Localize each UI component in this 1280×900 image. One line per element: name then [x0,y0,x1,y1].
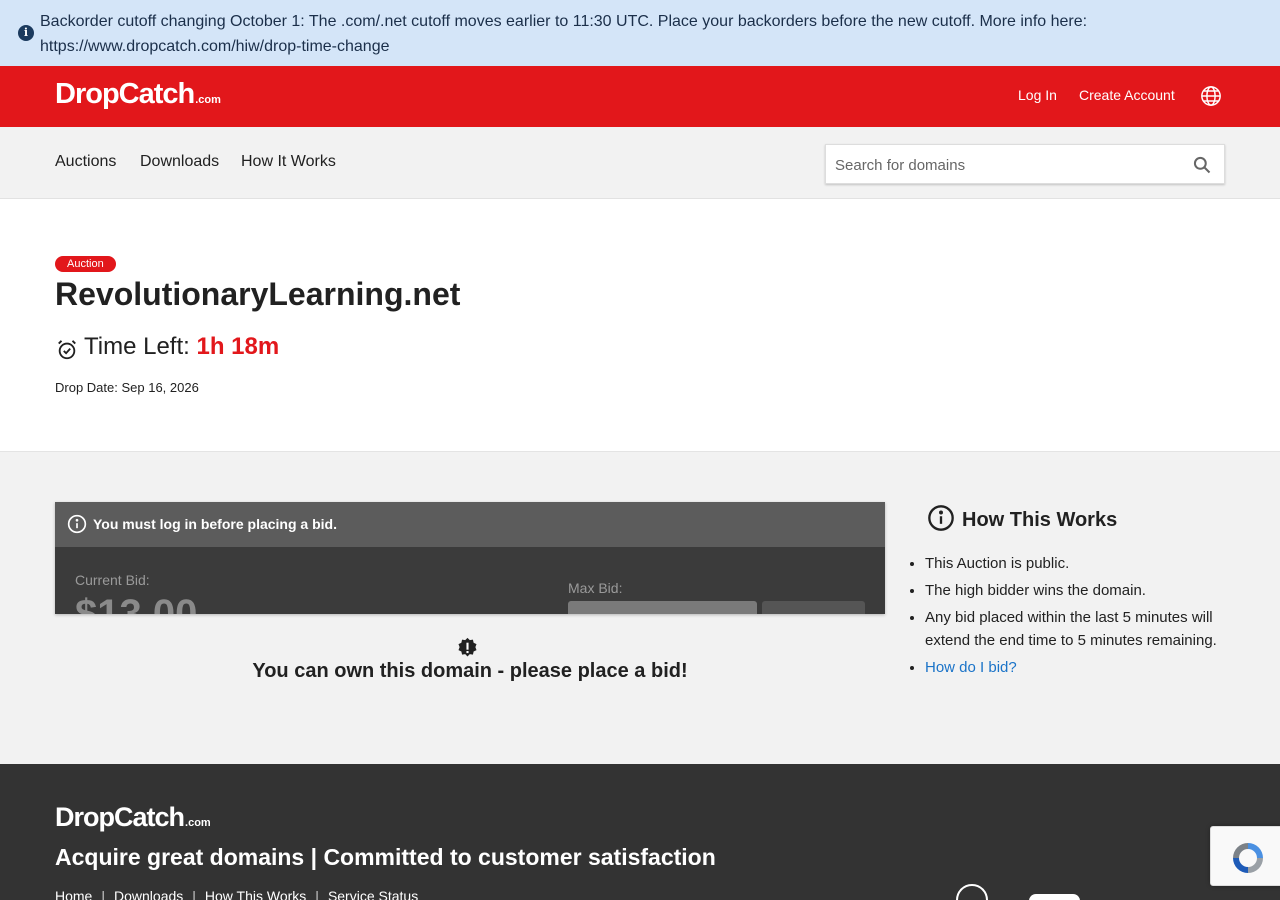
place-bid-button[interactable] [762,601,865,614]
list-item: This Auction is public. [925,552,1225,575]
login-alert-text: You must log in before placing a bid. [93,516,337,532]
time-left-label: Time Left: [84,333,190,360]
drop-date: Drop Date: Sep 16, 2026 [55,380,199,395]
login-link[interactable]: Log In [1018,87,1057,103]
search-box [825,144,1225,184]
globe-icon[interactable] [1200,85,1222,107]
footer-link-home[interactable]: Home [55,888,92,900]
listing-header: Auction RevolutionaryLearning.net Time L… [0,199,1280,452]
recaptcha-icon [1233,843,1263,873]
footer-link-how-this-works[interactable]: How This Works [205,888,306,900]
logo-name: DropCatch [55,802,185,832]
info-icon: i [18,25,34,41]
alert-badge-icon [458,637,477,657]
divider: | [192,888,196,900]
notice-banner: i Backorder cutoff changing October 1: T… [0,0,1280,66]
trust-seal-icon [956,884,988,900]
divider: | [101,888,105,900]
divider: | [315,888,319,900]
bid-panel: You must log in before placing a bid. Cu… [55,502,885,614]
current-bid-label: Current Bid: [75,572,150,588]
site-logo[interactable]: DropCatch.com [55,78,221,111]
list-item: The high bidder wins the domain. [925,579,1225,602]
search-icon[interactable] [1192,155,1212,175]
list-item: Any bid placed within the last 5 minutes… [925,606,1225,652]
time-left-value: 1h 18m [196,333,280,360]
logo-suffix: .com [195,94,221,106]
time-left: Time Left: 1h 18m [84,333,279,361]
how-do-i-bid-link[interactable]: How do I bid? [925,659,1017,676]
footer-logo[interactable]: DropCatch.com [55,802,211,833]
auction-badge: Auction [55,256,116,272]
search-input[interactable] [835,155,1175,175]
notice-text: Backorder cutoff changing October 1: The… [40,13,1088,55]
sub-nav: Auctions Downloads How It Works [0,127,1280,199]
nav-how-it-works[interactable]: How It Works [241,153,336,171]
trust-badge [1029,894,1080,900]
place-bid-message: You can own this domain - please place a… [252,660,688,682]
recaptcha-badge[interactable] [1210,826,1280,886]
footer-link-service-status[interactable]: Service Status [328,888,418,900]
logo-suffix: .com [185,817,211,829]
login-alert: You must log in before placing a bid. [55,502,885,547]
alarm-clock-icon [58,340,76,360]
list-item: How do I bid? [925,656,1225,679]
logo-name: DropCatch [55,78,195,110]
info-icon [67,514,87,534]
info-icon [928,505,954,531]
max-bid-label: Max Bid: [568,580,623,596]
main-content: You must log in before placing a bid. Cu… [0,452,1280,764]
max-bid-input[interactable] [568,601,757,614]
top-bar: DropCatch.com Log In Create Account [0,66,1280,127]
create-account-link[interactable]: Create Account [1079,87,1175,103]
how-this-works-list: This Auction is public. The high bidder … [925,552,1225,683]
footer-tagline: Acquire great domains | Committed to cus… [55,844,716,870]
footer-link-downloads[interactable]: Downloads [114,888,183,900]
how-this-works-title: How This Works [962,509,1118,531]
current-bid-value: $13.00 [75,592,198,614]
nav-auctions[interactable]: Auctions [55,153,116,171]
footer-links: Home | Downloads | How This Works | Service St… [55,888,418,900]
domain-title: RevolutionaryLearning.net [55,276,461,312]
nav-downloads[interactable]: Downloads [140,153,219,171]
footer: DropCatch.com Acquire great domains | Co… [0,764,1280,900]
